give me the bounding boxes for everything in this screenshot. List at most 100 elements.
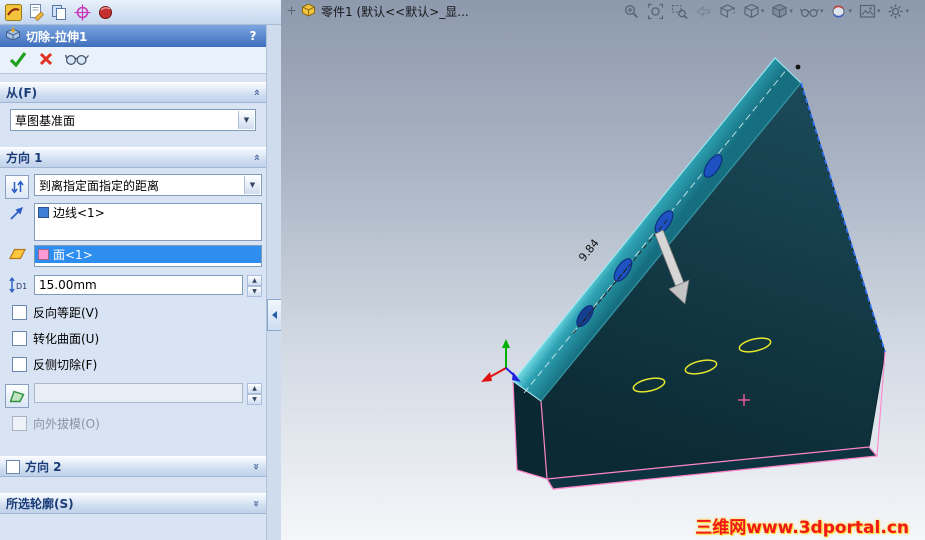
draft-outward-label: 向外拔模(O) <box>33 416 100 431</box>
section-from: 从(F) » 草图基准面 ▼ <box>0 82 266 139</box>
start-condition-value: 草图基准面 <box>15 113 76 128</box>
section-direction2-header[interactable]: 方向 2 » <box>0 456 266 477</box>
face-tag-icon <box>38 249 49 260</box>
edge-selection-item[interactable]: 边线<1> <box>35 204 261 221</box>
section-direction2-label: 方向 2 <box>25 460 62 474</box>
cancel-button[interactable] <box>39 52 53 69</box>
depth-d1-icon: D1 <box>4 275 30 294</box>
zoom-area-icon[interactable] <box>671 3 688 20</box>
dropdown-caret-icon: ▾ <box>819 7 824 15</box>
translate-surface-label: 转化曲面(U) <box>33 331 100 346</box>
window-toolbar <box>0 0 281 25</box>
sketch-doc-icon[interactable] <box>27 3 46 22</box>
chevron-up-icon: » <box>249 153 263 162</box>
spin-up-icon[interactable]: ▲ <box>247 383 262 394</box>
reverse-offset-label: 反向等距(V) <box>33 305 99 320</box>
svg-text:D1: D1 <box>16 282 27 291</box>
draft-angle-input[interactable] <box>34 383 243 403</box>
view-orientation-icon[interactable]: ▾ <box>743 3 765 20</box>
section-direction1: 方向 1 » 到离指定面指定的距离 ▼ 边线<1> 面<1> D1 15.00m… <box>0 147 266 442</box>
dropdown-caret-icon: ▾ <box>905 7 909 15</box>
translate-surface-row: 转化曲面(U) <box>4 327 262 349</box>
collapse-panel-button[interactable] <box>267 299 282 331</box>
hide-show-items-icon[interactable]: ▾ <box>799 5 824 18</box>
detailed-preview-icon[interactable] <box>64 52 89 69</box>
section-from-header[interactable]: 从(F) » <box>0 82 266 103</box>
target-icon[interactable] <box>73 3 92 22</box>
help-button[interactable]: ? <box>245 28 261 44</box>
end-condition-dropdown[interactable]: 到离指定面指定的距离 ▼ <box>34 174 262 196</box>
expand-tree-icon[interactable] <box>287 4 296 18</box>
draft-outward-row: 向外拔模(O) <box>4 412 262 434</box>
section-from-label: 从(F) <box>6 86 38 100</box>
face-selection-label: 面<1> <box>53 248 93 262</box>
dropdown-caret-icon: ▾ <box>760 7 765 15</box>
document-title: 零件1 (默认<<默认>_显... <box>321 4 469 19</box>
spin-up-icon[interactable]: ▲ <box>247 275 262 286</box>
dropdown-caret-icon: ▾ <box>848 7 852 15</box>
section-direction2: 方向 2 » <box>0 456 266 477</box>
checkbox-direction2[interactable] <box>6 459 20 474</box>
reverse-direction-button[interactable] <box>5 175 29 199</box>
apply-scene-icon[interactable]: ▾ <box>859 4 880 19</box>
checkbox-draft-outward[interactable] <box>12 415 27 431</box>
panel-splitter[interactable] <box>267 25 282 540</box>
ok-button[interactable] <box>9 51 27 70</box>
section-direction1-label: 方向 1 <box>6 151 43 165</box>
reverse-offset-row: 反向等距(V) <box>4 301 262 323</box>
checkbox-translate-surface[interactable] <box>12 330 27 346</box>
app-logo-icon[interactable] <box>4 3 23 22</box>
section-contours: 所选轮廓(S) » <box>0 493 266 514</box>
offset-face-box[interactable]: 面<1> <box>34 245 262 267</box>
flip-side-label: 反侧切除(F) <box>33 357 98 372</box>
edge-selection-label: 边线<1> <box>53 206 105 220</box>
vertex-dot <box>795 64 801 70</box>
section-view-icon[interactable] <box>719 3 736 20</box>
checkbox-reverse-offset[interactable] <box>12 304 27 320</box>
solidworks-window: 切除-拉伸1 ? 从(F) » 草图基准面 ▼ 方向 1 » 到离指定面指定的距… <box>0 0 925 540</box>
direction-reference-icon <box>4 203 30 222</box>
chevron-down-icon: » <box>249 462 263 471</box>
start-condition-dropdown[interactable]: 草图基准面 ▼ <box>10 109 256 131</box>
zoom-fit-icon[interactable] <box>647 3 664 20</box>
property-manager-titlebar: 切除-拉伸1 ? <box>0 25 266 47</box>
flip-side-row: 反侧切除(F) <box>4 353 262 375</box>
end-condition-value: 到离指定面指定的距离 <box>39 178 160 193</box>
dropdown-arrow-icon[interactable]: ▼ <box>244 176 260 194</box>
previous-view-icon[interactable] <box>695 3 712 20</box>
view-settings-icon[interactable]: ▾ <box>887 3 909 20</box>
dropdown-arrow-icon[interactable]: ▼ <box>238 111 254 129</box>
section-contours-header[interactable]: 所选轮廓(S) » <box>0 493 266 514</box>
left-column: 切除-拉伸1 ? 从(F) » 草图基准面 ▼ 方向 1 » 到离指定面指定的距… <box>0 0 282 540</box>
dropdown-caret-icon: ▾ <box>789 7 793 15</box>
depth-spinner[interactable]: ▲ ▼ <box>247 275 262 297</box>
checkbox-flip-side[interactable] <box>12 356 27 372</box>
direction-reference-box[interactable]: 边线<1> <box>34 203 262 241</box>
depth-input[interactable] <box>34 275 243 295</box>
zoom-in-icon[interactable] <box>623 3 640 20</box>
spin-down-icon[interactable]: ▼ <box>247 286 262 297</box>
viewport-titlebar: 零件1 (默认<<默认>_显... ▾ ▾ ▾ ▾ ▾ ▾ <box>281 0 925 22</box>
heads-up-toolbar: ▾ ▾ ▾ ▾ ▾ ▾ <box>623 3 919 20</box>
face-selection-item[interactable]: 面<1> <box>35 246 261 263</box>
part-doc-icon <box>301 2 316 20</box>
draft-button[interactable] <box>5 384 29 408</box>
chevron-up-icon: » <box>249 88 263 97</box>
sheets-icon[interactable] <box>50 3 69 22</box>
panel-title: 切除-拉伸1 <box>26 29 88 44</box>
model-canvas: 9.84 <box>481 57 886 490</box>
display-style-icon[interactable]: ▾ <box>771 3 793 20</box>
section-direction1-header[interactable]: 方向 1 » <box>0 147 266 168</box>
watermark-text: 三维网www.3dportal.cn <box>695 518 909 538</box>
spin-down-icon[interactable]: ▼ <box>247 394 262 405</box>
draft-spinner[interactable]: ▲ ▼ <box>247 383 262 405</box>
edge-tag-icon <box>38 207 49 218</box>
motion-sphere-icon[interactable] <box>96 3 115 22</box>
graphics-viewport[interactable]: 零件1 (默认<<默认>_显... ▾ ▾ ▾ ▾ ▾ ▾ 9.84 三维网ww… <box>281 0 925 540</box>
cut-extrude-icon <box>5 27 21 45</box>
panel-action-row <box>0 47 266 74</box>
face-select-icon <box>4 245 30 260</box>
edit-appearance-icon[interactable]: ▾ <box>830 3 852 20</box>
collapse-panel-icon <box>272 311 277 319</box>
property-manager-panel: 切除-拉伸1 ? 从(F) » 草图基准面 ▼ 方向 1 » 到离指定面指定的距… <box>0 25 267 540</box>
